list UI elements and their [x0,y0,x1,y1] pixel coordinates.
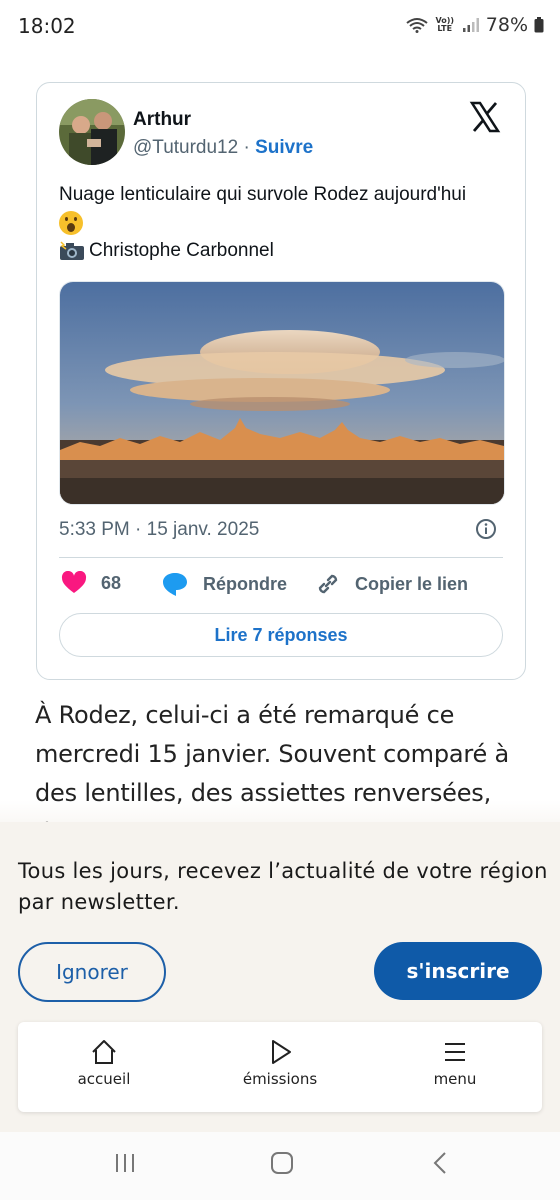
nav-item-menu[interactable]: menu [395,1038,515,1088]
info-icon[interactable] [475,518,497,540]
newsletter-message: Tous les jours, recevez l’actualité de v… [18,859,548,914]
like-count: 68 [101,572,122,593]
nav-label: accueil [77,1070,131,1088]
wifi-icon [406,18,428,33]
play-icon [272,1040,291,1064]
divider [59,557,503,558]
tweet-actions: 68 Répondre Copier le lien [59,571,503,603]
battery-icon [534,17,544,33]
follow-link[interactable]: Suivre [255,137,313,158]
camera-flash-icon [60,241,84,260]
avatar[interactable] [59,99,125,165]
reply-bubble-icon [163,573,187,596]
separator: · [243,137,250,158]
astonished-face-icon [59,210,83,235]
signal-icon [462,18,479,32]
subscribe-button[interactable]: s'inscrire [374,942,542,1000]
back-icon[interactable] [428,1150,454,1176]
newsletter-banner: Tous les jours, recevez l’actualité de v… [0,822,560,1132]
tweet-timestamp[interactable]: 5:33 PM · 15 janv. 2025 [59,519,259,541]
reply-label: Répondre [203,573,288,594]
photo-credit: Christophe Carbonnel [89,240,274,261]
battery-percent: 78% [485,14,528,36]
ignore-button[interactable]: Ignorer [18,942,166,1002]
heart-icon [61,571,87,593]
copy-link-button[interactable]: Copier le lien [315,571,468,597]
copy-link-label: Copier le lien [355,573,469,594]
home-button-icon[interactable] [269,1150,295,1176]
recent-apps-icon[interactable] [112,1150,138,1176]
bottom-nav: accueil émissions menu [18,1022,542,1112]
nav-item-home[interactable]: accueil [44,1038,164,1088]
menu-icon [445,1043,465,1061]
link-icon [318,574,338,594]
reply-button[interactable]: Répondre [161,571,287,597]
nav-label: menu [433,1070,477,1088]
status-icons: Vo)) LTE 78% [406,14,544,36]
author-handle-line: @Tuturdu12 · Suivre [133,137,313,159]
nav-item-emissions[interactable]: émissions [220,1038,340,1088]
status-bar: 18:02 Vo)) LTE 78% [0,0,560,52]
read-replies-button[interactable]: Lire 7 réponses [59,613,503,657]
nav-label: émissions [242,1070,318,1088]
system-navigation-bar [0,1132,560,1200]
tweet-text: Nuage lenticulaire qui survole Rodez auj… [59,181,509,265]
tweet-photo[interactable] [59,281,505,505]
home-icon [92,1040,116,1064]
like-button[interactable]: 68 [61,571,121,595]
x-logo-icon[interactable] [469,101,501,133]
clock: 18:02 [18,14,76,38]
volte-indicator: Vo)) LTE [435,16,455,33]
author-handle[interactable]: @Tuturdu12 [133,137,238,158]
tweet-embed[interactable]: Arthur @Tuturdu12 · Suivre Nuage lenticu… [36,82,526,680]
author-name[interactable]: Arthur [133,109,191,131]
tweet-text-line: Nuage lenticulaire qui survole Rodez auj… [59,184,467,205]
